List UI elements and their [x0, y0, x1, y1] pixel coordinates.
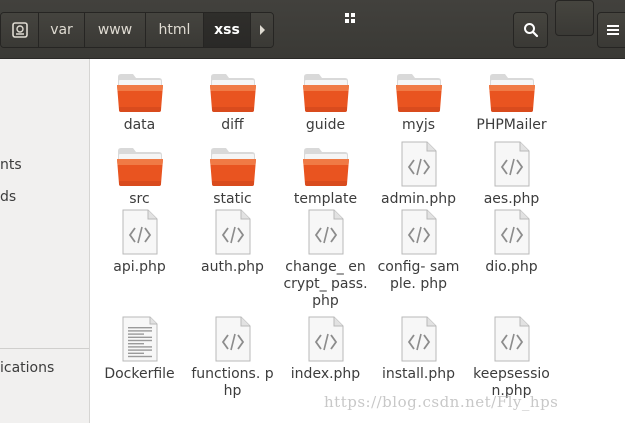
folder-icon: [302, 65, 350, 113]
grid-view-icon: [344, 12, 437, 24]
folder-icon: [395, 65, 443, 113]
search-icon: [523, 22, 539, 38]
folder-icon: [209, 65, 257, 113]
code-file-icon: [493, 207, 531, 255]
file-item-diff[interactable]: diff: [186, 65, 279, 134]
file-item-static[interactable]: static: [186, 139, 279, 208]
code-file-icon: [307, 314, 345, 362]
breadcrumb: var www html xss: [0, 12, 274, 48]
folder-icon: [488, 65, 536, 113]
file-item-aes-php[interactable]: aes.php: [465, 139, 558, 208]
chevron-right-icon: [257, 24, 267, 36]
folder-icon: [209, 139, 257, 187]
file-name-label: auth.php: [201, 259, 264, 275]
code-file-icon: [400, 314, 438, 362]
file-name-label: static: [213, 191, 252, 207]
file-item-myjs[interactable]: myjs: [372, 65, 465, 134]
file-name-label: api.php: [113, 259, 166, 275]
file-item-auth-php[interactable]: auth.php: [186, 207, 279, 276]
folder-icon: [116, 139, 164, 187]
code-file-icon: [400, 207, 438, 255]
file-name-label: Dockerfile: [104, 366, 175, 382]
folder-icon: [116, 65, 164, 113]
file-item-dockerfile[interactable]: Dockerfile: [93, 314, 186, 383]
file-name-label: admin.php: [381, 191, 456, 207]
sidebar-item-downloads[interactable]: ds: [0, 189, 16, 205]
file-item-config-sample-php[interactable]: config- sample. php: [372, 207, 465, 293]
drive-icon: [11, 21, 29, 39]
file-name-label: install.php: [381, 366, 455, 382]
code-file-icon: [493, 139, 531, 187]
file-item-api-php[interactable]: api.php: [93, 207, 186, 276]
file-name-label: guide: [305, 117, 346, 133]
file-name-label: functions. php: [191, 366, 274, 399]
file-item-data[interactable]: data: [93, 65, 186, 134]
folder-icon: [302, 139, 350, 187]
file-name-label: diff: [221, 117, 244, 133]
sidebar: nts ds ications: [0, 59, 90, 423]
file-name-label: PHPMailer: [476, 117, 547, 133]
breadcrumb-html[interactable]: html: [146, 13, 204, 47]
code-file-icon: [307, 207, 345, 255]
breadcrumb-forward-button[interactable]: [251, 13, 273, 47]
view-mode-button[interactable]: [345, 0, 594, 36]
breadcrumb-home-button[interactable]: [1, 13, 39, 47]
file-name-label: myjs: [401, 117, 436, 133]
file-item-template[interactable]: template: [279, 139, 372, 208]
sidebar-divider: [0, 348, 89, 349]
file-item-src[interactable]: src: [93, 139, 186, 208]
file-name-label: dio.php: [485, 259, 538, 275]
code-file-icon: [493, 314, 531, 362]
file-name-label: config- sample. php: [377, 259, 460, 292]
code-file-icon: [400, 139, 438, 187]
file-item-functions-php[interactable]: functions. php: [186, 314, 279, 400]
file-grid-area: data diff guide myjs PHPMailer src stati…: [90, 59, 625, 423]
text-file-icon: [121, 314, 159, 362]
breadcrumb-xss[interactable]: xss: [204, 13, 251, 47]
file-item-keepsessio-n-php[interactable]: keepsessio n.php: [465, 314, 558, 400]
sidebar-item-recent[interactable]: nts: [0, 157, 22, 173]
file-name-label: template: [293, 191, 358, 207]
file-item-guide[interactable]: guide: [279, 65, 372, 134]
file-item-phpmailer[interactable]: PHPMailer: [465, 65, 558, 134]
file-item-index-php[interactable]: index.php: [279, 314, 372, 383]
file-item-change-encrypt-pass-php[interactable]: change_ encrypt_ pass.php: [279, 207, 372, 310]
watermark: https://blog.csdn.net/Fly_hps: [324, 393, 559, 411]
file-item-dio-php[interactable]: dio.php: [465, 207, 558, 276]
sidebar-item-applications[interactable]: ications: [0, 360, 54, 376]
search-button[interactable]: [513, 12, 548, 48]
code-file-icon: [214, 207, 252, 255]
menu-button[interactable]: [597, 12, 625, 48]
file-name-label: index.php: [290, 366, 361, 382]
breadcrumb-www[interactable]: www: [85, 13, 146, 47]
file-item-admin-php[interactable]: admin.php: [372, 139, 465, 208]
file-name-label: src: [129, 191, 150, 207]
code-file-icon: [121, 207, 159, 255]
code-file-icon: [214, 314, 252, 362]
file-name-label: change_ encrypt_ pass.php: [283, 259, 368, 309]
header-bar: var www html xss: [0, 0, 625, 59]
file-name-label: aes.php: [483, 191, 540, 207]
file-name-label: data: [123, 117, 156, 133]
breadcrumb-var[interactable]: var: [39, 13, 85, 47]
file-item-install-php[interactable]: install.php: [372, 314, 465, 383]
hamburger-menu-icon: [607, 24, 619, 36]
